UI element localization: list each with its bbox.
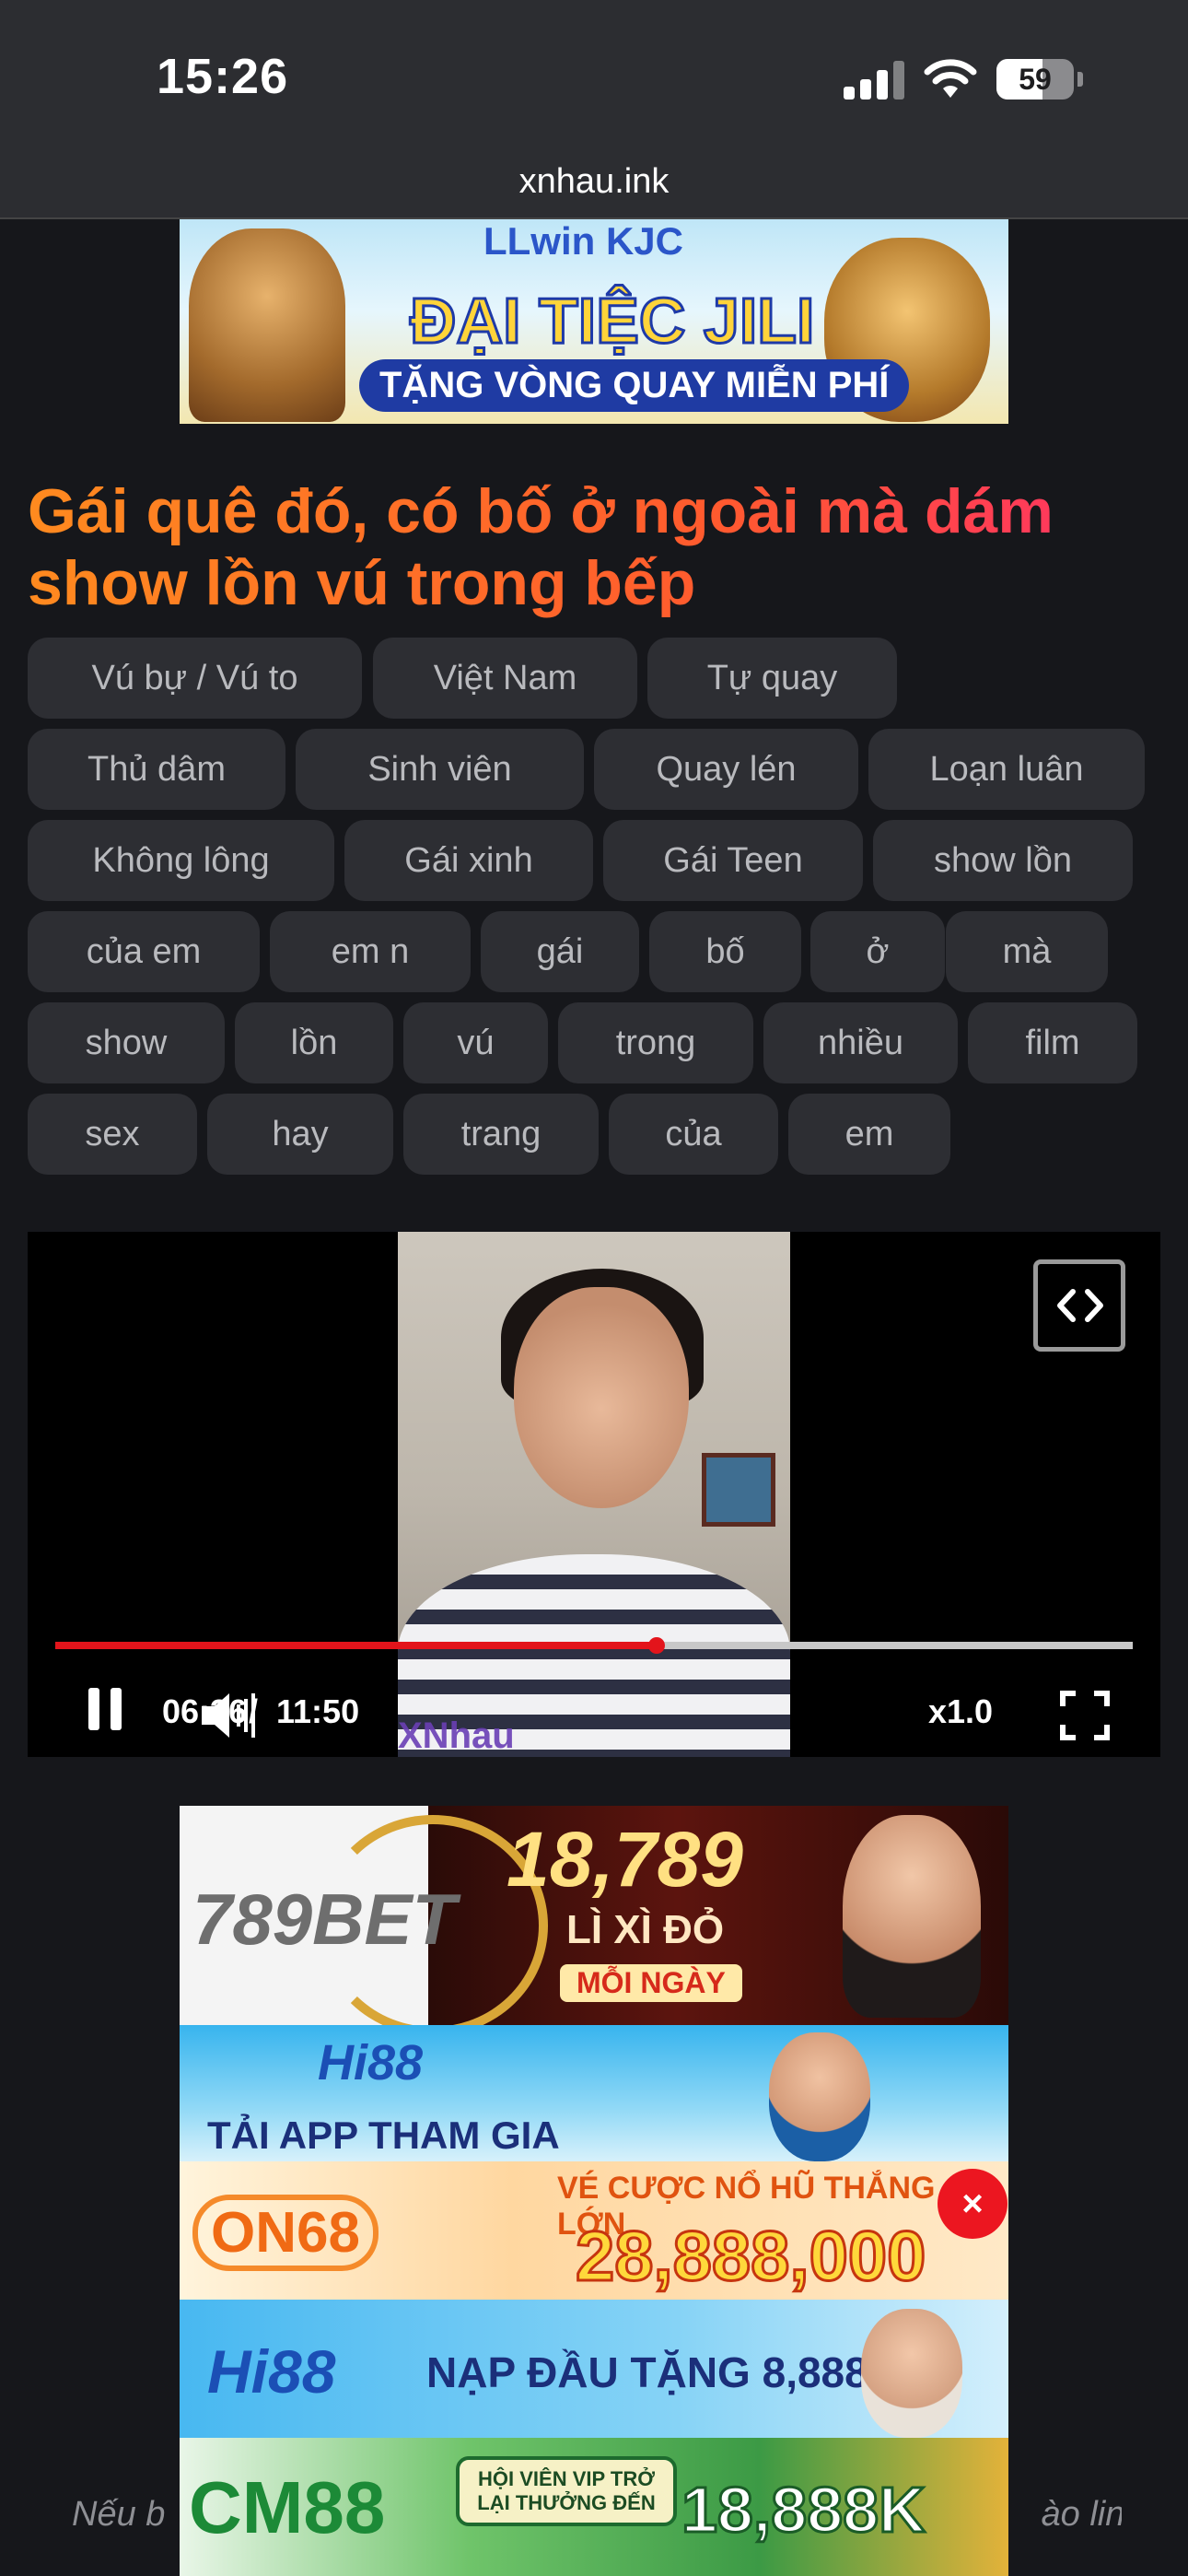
tag-chip[interactable]: Sinh viên bbox=[296, 729, 584, 810]
tag-chip[interactable]: Quay lén bbox=[594, 729, 858, 810]
tag-chip[interactable]: mà bbox=[946, 911, 1108, 992]
code-icon bbox=[1057, 1289, 1103, 1322]
tag-chip[interactable]: trong bbox=[558, 1002, 753, 1083]
video-wall-picture bbox=[702, 1453, 775, 1527]
tag-chip[interactable]: em n bbox=[270, 911, 471, 992]
ad-character-image bbox=[189, 228, 345, 422]
ad-model-image bbox=[861, 2309, 962, 2438]
ad-amount: 18,888K bbox=[681, 2473, 927, 2547]
url-text[interactable]: xnhau.ink bbox=[519, 162, 670, 201]
fullscreen-button[interactable] bbox=[1057, 1679, 1112, 1752]
tag-chip[interactable]: show lồn bbox=[873, 820, 1133, 901]
tag-chip[interactable]: của em bbox=[28, 911, 260, 992]
footer-note-left: Nếu b bbox=[72, 2495, 166, 2534]
tag-chip[interactable]: Việt Nam bbox=[373, 638, 637, 719]
playback-speed-button[interactable]: x1.0 bbox=[928, 1692, 993, 1731]
tag-chip[interactable]: Gái Teen bbox=[603, 820, 863, 901]
video-frame[interactable]: XNhau bbox=[398, 1232, 790, 1757]
cellular-signal-icon bbox=[844, 61, 904, 100]
pause-button[interactable] bbox=[88, 1679, 129, 1752]
embed-code-button[interactable] bbox=[1033, 1259, 1125, 1352]
battery-percentage: 59 bbox=[1019, 63, 1052, 96]
ad-amount: 28,888,000 bbox=[574, 2217, 926, 2298]
ad-headline: ĐẠI TIỆC JILI bbox=[408, 284, 815, 358]
ad-pill: MỖI NGÀY bbox=[560, 1964, 742, 2002]
tag-chip[interactable]: vú bbox=[403, 1002, 548, 1083]
ad-brand: LLwin KJC bbox=[483, 219, 683, 263]
tag-chip[interactable]: film bbox=[968, 1002, 1137, 1083]
wifi-icon bbox=[924, 59, 977, 98]
tag-chip[interactable]: lồn bbox=[235, 1002, 393, 1083]
tag-chip[interactable]: Loạn luân bbox=[868, 729, 1145, 810]
current-time: 06:36 bbox=[162, 1692, 248, 1730]
ad-text: LÌ XÌ ĐỎ bbox=[566, 1907, 725, 1952]
close-ads-button[interactable]: × bbox=[938, 2169, 1007, 2239]
ad-logo: Hi88 bbox=[318, 2035, 424, 2090]
tag-chip[interactable]: sex bbox=[28, 1094, 197, 1175]
ad-subtitle: TẶNG VÒNG QUAY MIỄN PHÍ bbox=[359, 359, 910, 412]
tag-chip[interactable]: Thủ dâm bbox=[28, 729, 285, 810]
ad-model-image bbox=[843, 1815, 981, 2018]
pause-icon bbox=[111, 1688, 122, 1730]
ad-banner-789bet[interactable]: 789BET 18,789 LÌ XÌ ĐỎ MỖI NGÀY bbox=[180, 1806, 1008, 2025]
tag-chip[interactable]: Tự quay bbox=[647, 638, 897, 719]
footer-note-right: ào link bbox=[1041, 2495, 1122, 2534]
tag-chip[interactable]: nhiều bbox=[763, 1002, 958, 1083]
status-bar: 15:26 59 bbox=[0, 0, 1188, 157]
progress-bar[interactable] bbox=[55, 1637, 1133, 1654]
top-ad-banner[interactable]: LLwin KJC ĐẠI TIỆC JILI TẶNG VÒNG QUAY M… bbox=[180, 219, 1008, 424]
ad-banner-cm88[interactable]: CM88 HỘI VIÊN VIP TRỞ LẠI THƯỞNG ĐẾN 18,… bbox=[180, 2438, 1008, 2576]
tag-chip[interactable]: hay bbox=[207, 1094, 393, 1175]
ad-logo: CM88 bbox=[189, 2466, 386, 2548]
ad-text: TẢI APP THAM GIA bbox=[207, 2113, 560, 2157]
tag-chip[interactable]: ở bbox=[810, 911, 945, 992]
tag-chip[interactable]: Vú bự / Vú to bbox=[28, 638, 362, 719]
video-subject-face bbox=[514, 1287, 689, 1508]
battery-tip bbox=[1077, 72, 1083, 87]
ad-badge: HỘI VIÊN VIP TRỞ LẠI THƯỞNG ĐẾN bbox=[456, 2456, 677, 2526]
ad-banner-hi88-app[interactable]: Hi88 TẢI APP THAM GIA bbox=[180, 2025, 1008, 2161]
tag-chip[interactable]: show bbox=[28, 1002, 225, 1083]
ad-logo: ON68 bbox=[192, 2195, 379, 2271]
duration: 11:50 bbox=[276, 1692, 360, 1730]
tag-chip[interactable]: bố bbox=[649, 911, 801, 992]
ad-model-image bbox=[769, 2032, 870, 2161]
pause-icon bbox=[88, 1688, 99, 1730]
video-watermark: XNhau bbox=[398, 1715, 515, 1756]
ad-banner-hi88-deposit[interactable]: Hi88 NẠP ĐẦU TẶNG 8,888K bbox=[180, 2300, 1008, 2438]
tag-chip[interactable]: gái bbox=[481, 911, 639, 992]
tag-chip[interactable]: Gái xinh bbox=[344, 820, 593, 901]
video-player[interactable]: XNhau 06:36 / 11:50 x1.0 bbox=[28, 1232, 1160, 1757]
tag-chip[interactable]: em bbox=[788, 1094, 950, 1175]
progress-handle[interactable] bbox=[647, 1637, 665, 1654]
status-time: 15:26 bbox=[157, 49, 289, 104]
battery-icon: 59 bbox=[996, 59, 1074, 100]
tag-chip[interactable]: trang bbox=[403, 1094, 599, 1175]
tag-chip[interactable]: Không lông bbox=[28, 820, 334, 901]
page-title: Gái quê đó, có bố ở ngoài mà dám show lồ… bbox=[28, 475, 1170, 619]
tag-chip[interactable]: của bbox=[609, 1094, 778, 1175]
progress-played bbox=[55, 1642, 657, 1649]
ad-logo: Hi88 bbox=[207, 2337, 336, 2406]
ad-text: NẠP ĐẦU TẶNG 8,888K bbox=[426, 2348, 899, 2396]
time-separator: / bbox=[249, 1692, 259, 1730]
ad-amount: 18,789 bbox=[507, 1816, 743, 1903]
ad-banner-on68[interactable]: ON68 VÉ CƯỢC NỔ HŨ THẮNG LỚN 28,888,000 bbox=[180, 2161, 1008, 2300]
address-bar[interactable]: xnhau.ink bbox=[0, 157, 1188, 219]
